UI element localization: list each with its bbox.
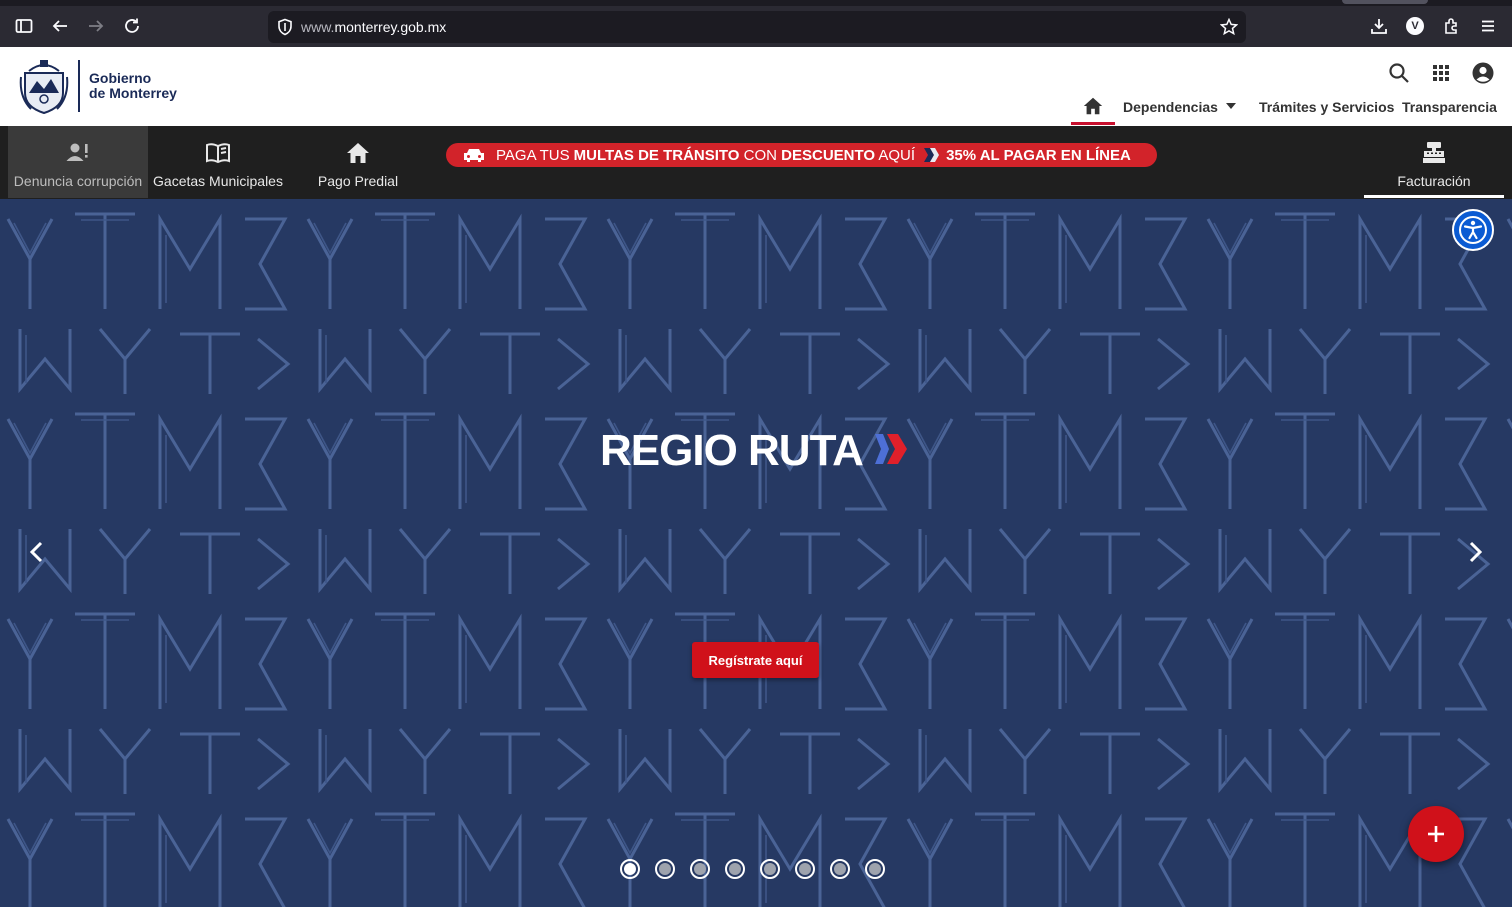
ytm-letter-pattern-background — [0, 199, 1512, 907]
promo-text-3: CON — [739, 146, 782, 164]
carousel-dot[interactable] — [795, 859, 815, 879]
apps-grid-icon[interactable] — [1429, 61, 1453, 85]
account-circle-icon[interactable] — [1471, 61, 1495, 85]
home-icon — [1083, 97, 1103, 115]
accessibility-button[interactable] — [1452, 209, 1494, 251]
browser-tab-indicator[interactable] — [1342, 0, 1428, 4]
facturacion-underline — [1364, 195, 1504, 198]
toolbar-label: Denuncia corrupción — [13, 173, 143, 189]
dropdown-caret-icon[interactable] — [1226, 103, 1236, 109]
url-text: www.monterrey.gob.mx — [301, 19, 446, 35]
logo-line2: de Monterrey — [89, 85, 177, 101]
url-prefix: www. — [301, 19, 335, 35]
nav-transparencia[interactable]: Transparencia — [1402, 99, 1497, 115]
accessibility-icon — [1459, 216, 1487, 244]
carousel-dot[interactable] — [830, 859, 850, 879]
carousel-dot[interactable] — [725, 859, 745, 879]
toolbar-gacetas-municipales[interactable]: Gacetas Municipales — [148, 126, 288, 198]
nav-home[interactable] — [1071, 95, 1115, 125]
nav-tramites[interactable]: Trámites y Servicios — [1259, 99, 1394, 115]
menu-icon[interactable] — [1474, 12, 1502, 40]
toolbar-label: Facturación — [1397, 173, 1471, 189]
floating-add-button[interactable] — [1408, 806, 1464, 862]
cash-register-icon — [1423, 142, 1445, 163]
monterrey-coat-of-arms-logo[interactable] — [19, 57, 69, 115]
url-bar[interactable]: www.monterrey.gob.mx — [268, 11, 1246, 43]
toolbar-pago-predial[interactable]: Pago Predial — [288, 126, 428, 198]
nav-dependencias[interactable]: Dependencias — [1123, 99, 1218, 115]
carousel-dot[interactable] — [760, 859, 780, 879]
book-icon — [206, 143, 230, 164]
promo-text-4: DESCUENTO — [781, 146, 876, 164]
toolbar-label: Gacetas Municipales — [153, 173, 283, 189]
double-chevron-logo-icon — [875, 434, 907, 464]
quick-access-toolbar: Denuncia corrupción Gacetas Municipales … — [0, 126, 1512, 199]
toolbar-facturacion[interactable]: Facturación — [1364, 126, 1504, 198]
hero-title: REGIO RUTA — [600, 426, 864, 475]
promo-text-2: MULTAS DE TRÁNSITO — [573, 146, 740, 164]
hero-carousel: REGIO RUTA Regístrate aquí — [0, 199, 1512, 907]
bookmark-star-icon[interactable] — [1220, 18, 1238, 36]
browser-tabstrip — [0, 0, 1512, 6]
site-header: Gobierno de Monterrey Dependencias Trámi… — [0, 47, 1512, 126]
url-domain: monterrey.gob.mx — [334, 19, 447, 35]
carousel-indicators — [620, 859, 900, 879]
tracking-shield-icon[interactable] — [276, 18, 294, 36]
profile-avatar[interactable]: V — [1406, 17, 1424, 35]
carousel-dot[interactable] — [655, 859, 675, 879]
carousel-next-icon[interactable] — [1462, 539, 1488, 565]
search-icon[interactable] — [1387, 61, 1411, 85]
back-icon[interactable] — [46, 12, 74, 40]
promo-text-1: PAGA TUS — [496, 146, 570, 164]
carousel-dot[interactable] — [620, 859, 640, 879]
person-alert-icon — [66, 143, 88, 161]
carousel-dot[interactable] — [690, 859, 710, 879]
sidebar-toggle-icon[interactable] — [10, 12, 38, 40]
transit-fines-promo-banner[interactable]: PAGA TUS MULTAS DE TRÁNSITO CON DESCUENT… — [446, 143, 1157, 167]
forward-icon[interactable] — [82, 12, 110, 40]
home-icon — [347, 143, 369, 163]
browser-toolbar: www.monterrey.gob.mx V — [0, 0, 1512, 47]
chevron-right-icon — [924, 148, 940, 162]
toolbar-label: Pago Predial — [317, 173, 399, 189]
car-icon — [464, 149, 484, 162]
register-button[interactable]: Regístrate aquí — [692, 642, 819, 678]
logo-divider — [78, 60, 80, 112]
page-bottom-edge — [0, 907, 1512, 911]
extensions-icon[interactable] — [1438, 12, 1466, 40]
toolbar-denuncia-corrupcion[interactable]: Denuncia corrupción — [8, 126, 148, 198]
promo-text-5: AQUÍ — [875, 146, 916, 164]
carousel-dot[interactable] — [865, 859, 885, 879]
plus-icon — [1428, 826, 1444, 842]
carousel-prev-icon[interactable] — [24, 539, 50, 565]
downloads-icon[interactable] — [1365, 12, 1393, 40]
reload-icon[interactable] — [118, 12, 146, 40]
promo-text-6: 35% AL PAGAR EN LÍNEA — [946, 146, 1131, 164]
logo-text[interactable]: Gobierno de Monterrey — [89, 71, 177, 101]
logo-line1: Gobierno — [89, 70, 152, 86]
